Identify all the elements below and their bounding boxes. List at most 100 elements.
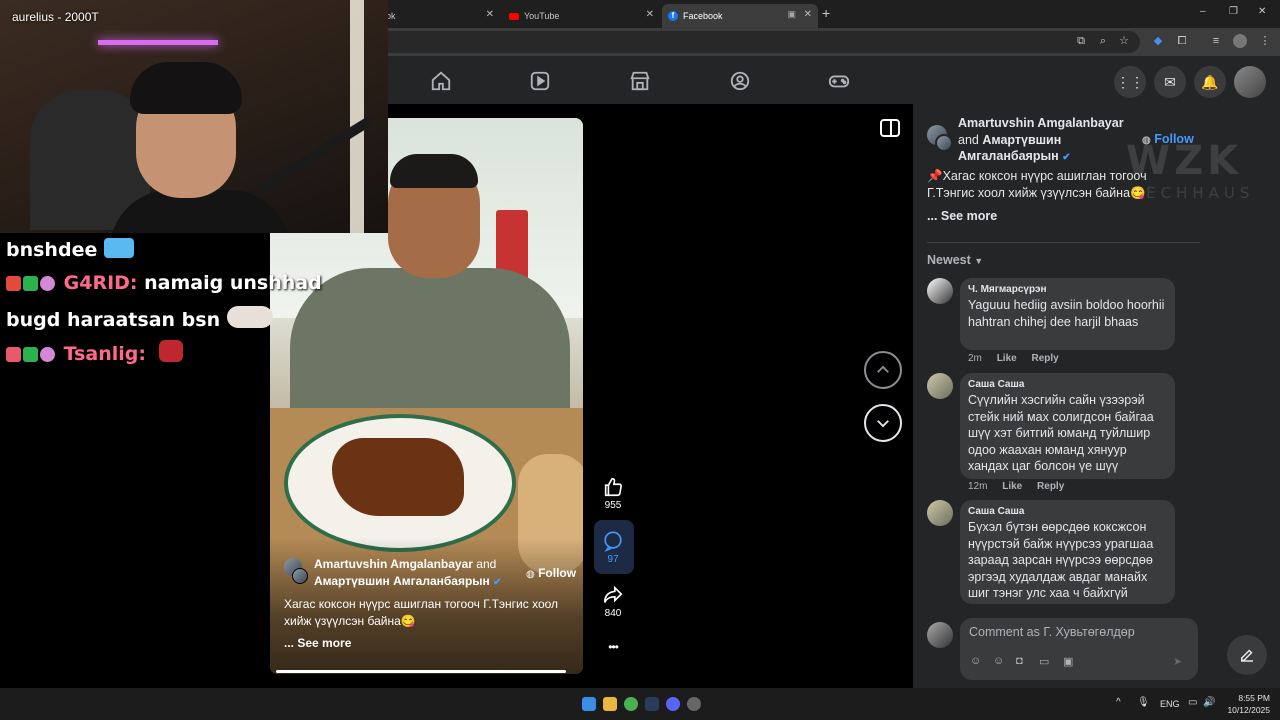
comment-reply-button[interactable]: Reply — [1031, 353, 1058, 364]
facebook-icon: f — [668, 11, 678, 21]
next-reel-button[interactable] — [864, 404, 902, 442]
close-tab-icon[interactable]: ✕ — [804, 9, 812, 20]
sort-dropdown[interactable]: Newest ▼ — [927, 253, 983, 267]
notifications-bell-icon[interactable]: 🔔 — [1194, 66, 1226, 98]
chat-text: namaig unshhad — [144, 272, 322, 294]
comment-like-button[interactable]: Like — [1002, 481, 1022, 492]
chat-user: bnshdee — [6, 239, 98, 261]
discord-icon[interactable] — [666, 697, 680, 711]
chat-message: bnshdee — [6, 238, 136, 261]
tab-youtube[interactable]: YouTube ✕ — [503, 4, 660, 28]
volume-icon[interactable]: 🔊 — [1203, 697, 1217, 711]
first-badge-icon — [23, 347, 38, 362]
comment-avatar[interactable] — [927, 373, 953, 399]
close-tab-icon[interactable]: ✕ — [486, 9, 494, 20]
webcam-username: aurelius - 2000T — [12, 10, 99, 24]
tab-facebook[interactable]: f Facebook ▣ ✕ — [662, 4, 818, 28]
windows-taskbar — [0, 688, 1280, 720]
comment-avatar[interactable] — [927, 278, 953, 304]
reel-caption: Хагас коксон нүүрс ашиглан тогооч Г.Тэнг… — [284, 597, 559, 628]
new-tab-button[interactable]: + — [822, 5, 830, 21]
chat-user: Tsanlig: — [63, 343, 146, 365]
tab-other[interactable]: ok ✕ — [380, 4, 500, 28]
menu-grid-icon[interactable]: ⋮⋮ — [1114, 66, 1146, 98]
previous-reel-button[interactable] — [864, 351, 902, 389]
microphone-icon[interactable]: 🎙 — [1137, 697, 1151, 711]
more-options-button[interactable]: ••• — [593, 640, 633, 654]
chrome-icon[interactable] — [624, 697, 638, 711]
home-icon[interactable] — [430, 70, 452, 92]
new-message-button[interactable] — [1227, 635, 1267, 675]
emoji-icon[interactable]: ☺ — [993, 655, 1007, 667]
file-explorer-icon[interactable] — [603, 697, 617, 711]
comment-author[interactable]: Саша Саша — [968, 379, 1167, 390]
comment-like-button[interactable]: Like — [997, 353, 1017, 364]
comment-input[interactable]: Comment as Г. Хувьтөгөлдөр — [960, 618, 1198, 680]
comment-author[interactable]: Ч. Мягмарсүрэн — [968, 284, 1167, 295]
bookmark-star-icon[interactable]: ☆ — [1117, 34, 1131, 48]
comment-bubble: Саша Саша Сүүлийн хэсгийн сайн үзээрэй с… — [960, 373, 1175, 479]
verified-badge-icon: ✔ — [493, 577, 502, 588]
tray-chevron-up-icon[interactable]: ^ — [1116, 697, 1130, 711]
marketplace-icon[interactable] — [629, 70, 651, 92]
reel-see-more[interactable]: ... See more — [284, 636, 351, 650]
post-coauthor-name-2[interactable]: Амгаланбаярын — [958, 149, 1059, 163]
comment-bubble: Ч. Мягмарсүрэн Yaguuu hediig avsiin bold… — [960, 278, 1175, 350]
post-coauthor-avatar[interactable] — [935, 134, 953, 152]
share-button[interactable]: 840 — [593, 584, 633, 619]
language-indicator[interactable]: ENG — [1160, 699, 1180, 709]
webcam-person-hair — [130, 62, 242, 114]
profile-avatar[interactable] — [1233, 34, 1247, 48]
reel-follow-button[interactable]: Follow — [538, 566, 576, 580]
collapse-panel-icon[interactable] — [880, 119, 900, 137]
picture-in-picture-icon[interactable]: ▣ — [787, 9, 796, 20]
sticker-icon[interactable]: ▣ — [1063, 655, 1077, 668]
obs-icon[interactable] — [687, 697, 701, 711]
zoom-icon[interactable]: ⌕ — [1096, 34, 1110, 48]
maximize-button[interactable]: ❐ — [1229, 6, 1238, 17]
steam-icon[interactable] — [645, 697, 659, 711]
current-user-avatar[interactable] — [927, 622, 953, 648]
network-icon[interactable]: ▭ — [1188, 697, 1202, 711]
comment-author[interactable]: Саша Саша — [968, 506, 1167, 517]
like-button[interactable]: 955 — [593, 476, 633, 511]
video-progress-bar[interactable] — [276, 670, 566, 673]
gif-icon[interactable]: ▭ — [1039, 655, 1053, 668]
omnibox[interactable] — [380, 31, 1140, 53]
camera-icon[interactable]: ◘ — [1016, 655, 1030, 667]
install-app-icon[interactable]: ⧉ — [1074, 34, 1088, 48]
reel-coauthor-avatar[interactable] — [292, 568, 308, 584]
extension-icon[interactable]: ◆ — [1151, 34, 1165, 48]
groups-icon[interactable] — [729, 70, 751, 92]
browser-menu-icon[interactable]: ⋮ — [1258, 34, 1272, 48]
avatar-sticker-icon[interactable]: ☺ — [970, 655, 984, 667]
reel-coauthor-name[interactable]: Амартүвшин Амгаланбаярын — [314, 574, 490, 588]
system-clock[interactable]: 8:55 PM 10/12/2025 — [1222, 692, 1270, 716]
comment-button[interactable]: 97 — [593, 530, 633, 565]
start-icon[interactable] — [582, 697, 596, 711]
video-steak — [332, 438, 464, 516]
post-coauthor-name-1[interactable]: Амартүвшин — [982, 133, 1061, 147]
watermark-subtitle: TECHHAUS — [1132, 184, 1255, 202]
sub-badge-icon — [40, 276, 55, 291]
chat-message: bugd haraatsan bsn — [6, 306, 275, 331]
post-see-more[interactable]: ... See more — [927, 208, 997, 225]
comment-reply-button[interactable]: Reply — [1037, 481, 1064, 492]
reel-author-name[interactable]: Amartuvshin Amgalanbayar — [314, 557, 473, 571]
gaming-icon[interactable] — [828, 70, 850, 92]
sub-badge-icon — [40, 347, 55, 362]
og-badge-icon — [6, 276, 21, 291]
close-tab-icon[interactable]: ✕ — [646, 9, 654, 20]
reading-list-icon[interactable]: ≡ — [1209, 34, 1223, 48]
comment-time: 12m — [968, 481, 988, 492]
extensions-puzzle-icon[interactable]: ⧠ — [1175, 34, 1189, 48]
comment-avatar[interactable] — [927, 500, 953, 526]
reels-icon[interactable] — [529, 70, 551, 92]
close-window-button[interactable]: ✕ — [1258, 6, 1266, 17]
chat-emote — [226, 306, 273, 328]
minimize-button[interactable]: – — [1200, 6, 1206, 17]
post-author-name[interactable]: Amartuvshin Amgalanbayar — [958, 115, 1138, 132]
messenger-icon[interactable]: ✉ — [1154, 66, 1186, 98]
send-icon[interactable]: ➤ — [1173, 655, 1187, 668]
account-avatar[interactable] — [1234, 66, 1266, 98]
